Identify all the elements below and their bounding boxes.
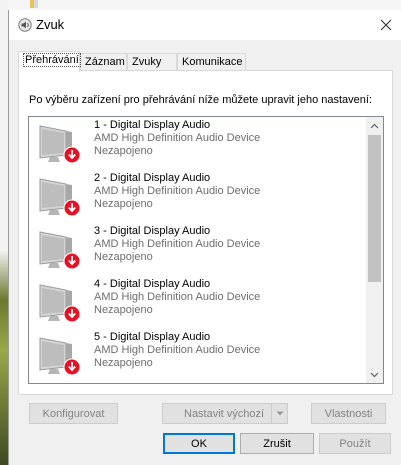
device-status: Nezapojeno (94, 304, 153, 316)
set-default-dropdown[interactable] (271, 404, 287, 423)
chevron-down-icon (276, 411, 283, 416)
title-bar[interactable]: Zvuk (9, 10, 401, 40)
sound-dialog: Zvuk Přehrávání Záznam Zvuky Komunikace … (8, 10, 401, 465)
list-item[interactable]: 4 - Digital Display Audio AMD High Defin… (36, 277, 356, 327)
list-item[interactable]: 2 - Digital Display Audio AMD High Defin… (36, 171, 356, 221)
device-driver: AMD High Definition Audio Device (94, 344, 261, 356)
configure-button[interactable]: Konfigurovat (29, 403, 118, 424)
list-item[interactable]: 1 - Digital Display Audio AMD High Defin… (36, 118, 356, 168)
device-name: 3 - Digital Display Audio (94, 225, 211, 237)
instruction-text: Po výběru zařízení pro přehrávání níže m… (29, 94, 373, 106)
set-default-label: Nastavit výchozí (184, 407, 265, 420)
monitor-disconnected-icon (36, 334, 82, 378)
tab-sounds-label: Zvuky (132, 56, 162, 68)
tab-recording[interactable]: Záznam (80, 53, 127, 71)
device-driver: AMD High Definition Audio Device (94, 132, 261, 144)
device-name: 1 - Digital Display Audio (94, 119, 211, 131)
window-title: Zvuk (36, 17, 65, 32)
apply-button[interactable]: Použít (319, 433, 391, 454)
device-status: Nezapojeno (94, 145, 153, 157)
monitor-disconnected-icon (36, 228, 82, 272)
device-driver: AMD High Definition Audio Device (94, 238, 261, 250)
scroll-down-button[interactable] (366, 366, 383, 383)
desktop-background (0, 0, 8, 465)
tab-communications[interactable]: Komunikace (177, 53, 246, 71)
device-name: 2 - Digital Display Audio (94, 172, 211, 184)
vertical-scrollbar[interactable] (366, 117, 383, 383)
monitor-disconnected-icon (36, 175, 82, 219)
tab-sounds[interactable]: Zvuky (127, 53, 177, 71)
list-item[interactable]: 3 - Digital Display Audio AMD High Defin… (36, 224, 356, 274)
tab-panel: Po výběru zařízení pro přehrávání níže m… (18, 70, 393, 424)
tab-recording-label: Záznam (85, 56, 125, 68)
scroll-thumb[interactable] (368, 135, 381, 282)
tab-playback-label: Přehrávání (23, 53, 81, 67)
device-status: Nezapojeno (94, 198, 153, 210)
cancel-button[interactable]: Zrušit (240, 433, 314, 454)
device-name: 5 - Digital Display Audio (94, 331, 211, 343)
chevron-up-icon (370, 123, 379, 128)
device-status: Nezapojeno (94, 357, 153, 369)
speaker-icon (18, 18, 32, 32)
chevron-down-icon (370, 372, 379, 377)
ok-button[interactable]: OK (163, 433, 235, 454)
set-default-button[interactable]: Nastavit výchozí (162, 403, 288, 424)
desktop-top-strip (8, 0, 401, 10)
monitor-disconnected-icon (36, 281, 82, 325)
tab-playback[interactable]: Přehrávání (18, 51, 81, 72)
monitor-disconnected-icon (36, 122, 82, 166)
tab-communications-label: Komunikace (182, 56, 243, 68)
properties-button[interactable]: Vlastnosti (311, 403, 386, 424)
close-icon (380, 19, 392, 31)
list-item[interactable]: 5 - Digital Display Audio AMD High Defin… (36, 330, 356, 380)
device-name: 4 - Digital Display Audio (94, 278, 211, 290)
device-list[interactable]: 1 - Digital Display Audio AMD High Defin… (28, 116, 384, 384)
scroll-up-button[interactable] (366, 117, 383, 134)
device-driver: AMD High Definition Audio Device (94, 291, 261, 303)
device-status: Nezapojeno (94, 251, 153, 263)
device-driver: AMD High Definition Audio Device (94, 185, 261, 197)
close-button[interactable] (375, 14, 397, 36)
